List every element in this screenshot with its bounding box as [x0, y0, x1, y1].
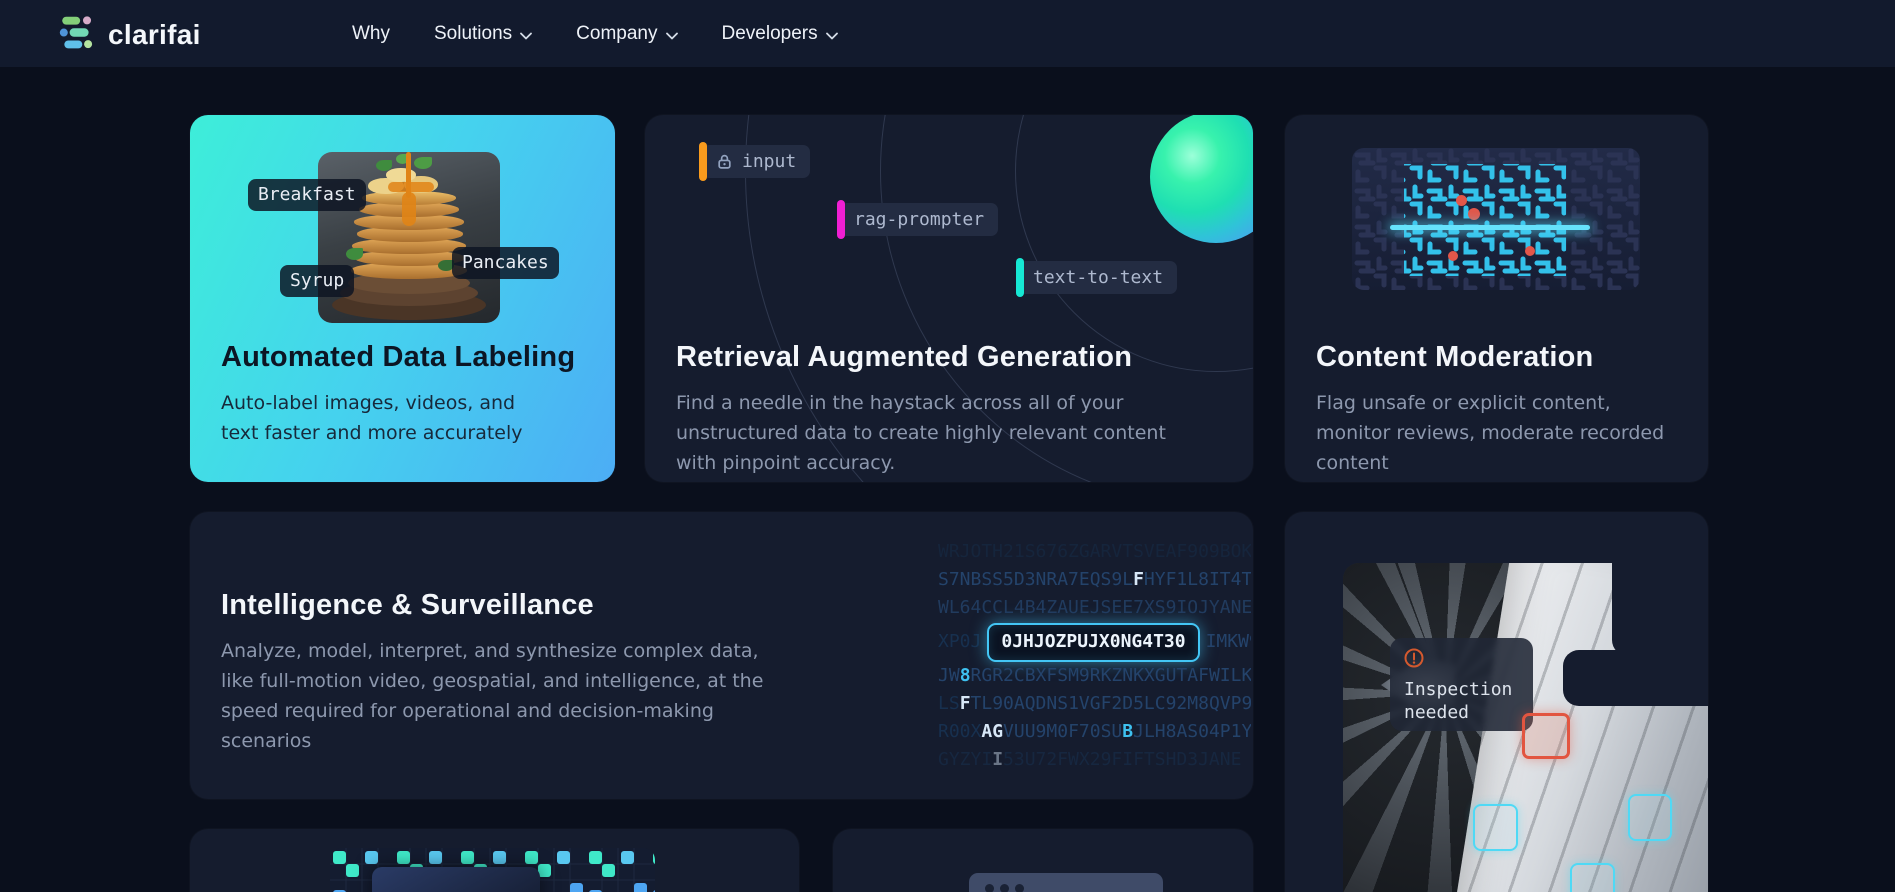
nav-item-solutions[interactable]: Solutions [434, 22, 532, 46]
card-intelligence-surveillance[interactable]: Intelligence & Surveillance Analyze, mod… [190, 512, 1253, 799]
card-title-content-moderation: Content Moderation [1316, 341, 1593, 374]
photo-label-breakfast: Breakfast [248, 179, 366, 211]
pipeline-tag-input: input [702, 145, 810, 178]
alert-dot [1525, 246, 1535, 256]
alert-dot [1456, 195, 1467, 206]
card-automated-data-labeling[interactable]: Breakfast Syrup Pancakes Automated Data … [190, 115, 615, 482]
clarifai-logo-icon [58, 13, 96, 56]
cipher-line: LSFTL90AQDNS1VGF2D5LC92M8QVP9 [938, 690, 1251, 718]
pixel-pattern-panel [330, 848, 655, 892]
cipher-line: WRJOTH21S676ZGARVTSVEAF909BOK [938, 538, 1251, 566]
card-desc-rag: Find a needle in the haystack across all… [676, 388, 1166, 478]
highlighted-code-token: 0JHJOZPUJX0NG4T30 [987, 623, 1199, 662]
pipeline-tag-label: rag-prompter [854, 209, 984, 230]
tag-accent-bar [699, 142, 707, 181]
cipher-text-block: WRJOTH21S676ZGARVTSVEAF909BOK S7NBSS5D3N… [938, 538, 1251, 799]
alert-dot [1448, 251, 1458, 261]
card-bottom-middle[interactable] [833, 829, 1253, 892]
card-retrieval-augmented-generation[interactable]: input rag-prompter text-to-text Retrieva… [645, 115, 1253, 482]
pipeline-tag-label: input [742, 151, 796, 172]
photo-label-syrup: Syrup [280, 265, 354, 297]
nav-item-why[interactable]: Why [352, 23, 390, 45]
card-desc-intelligence: Analyze, model, interpret, and synthesiz… [221, 636, 791, 756]
clarifai-logo-text: clarifai [108, 19, 201, 51]
chevron-down-icon [520, 24, 532, 46]
card-visual-inspection[interactable]: Inspection needed [1285, 512, 1708, 892]
card-title-automated-data-labeling: Automated Data Labeling [221, 341, 575, 374]
tag-accent-bar [1016, 258, 1024, 297]
photo-label-pancakes: Pancakes [452, 247, 559, 279]
tooltip-text-line1: Inspection [1404, 679, 1512, 700]
warning-icon [1404, 648, 1424, 673]
alert-dot [1468, 208, 1480, 220]
defect-bounding-box [1522, 713, 1570, 759]
pattern-center-card [372, 867, 540, 892]
cipher-line: R00XAGVUU9M0F70SUBJLH8AS04P1Y [938, 718, 1251, 746]
tooltip-text-line2: needed [1404, 702, 1469, 723]
card-desc-content-moderation: Flag unsafe or explicit content, monitor… [1316, 388, 1676, 478]
nav-label-why: Why [352, 23, 390, 45]
card-content-moderation[interactable]: Content Moderation Flag unsafe or explic… [1285, 115, 1708, 482]
pancakes-photo [318, 152, 500, 323]
card-desc-automated-data-labeling: Auto-label images, videos, and text fast… [221, 388, 551, 448]
nav-label-solutions: Solutions [434, 23, 512, 45]
nav-label-developers: Developers [722, 23, 818, 45]
card-bottom-left[interactable] [190, 829, 799, 892]
detection-bounding-box [1570, 863, 1615, 892]
top-navigation-bar: clarifai Why Solutions Company Developer… [0, 0, 1895, 67]
pipeline-tag-text-to-text: text-to-text [1019, 261, 1177, 294]
cipher-line: GYZYII53U72FWX29FIFTSHD3JANE [938, 746, 1251, 774]
window-dot [1000, 884, 1009, 892]
decorative-cutout [1563, 650, 1708, 706]
cipher-line: S7NBSS5D3NRA7EQS9LFHYF1L8IT4T [938, 566, 1251, 594]
lock-icon [716, 153, 733, 170]
cipher-line-highlight: XP0J0JHJOZPUJX0NG4T30IMKW97 [938, 622, 1251, 662]
nav-item-developers[interactable]: Developers [722, 22, 838, 46]
chevron-down-icon [666, 24, 678, 46]
scan-line [1390, 225, 1590, 230]
nav-item-company[interactable]: Company [576, 22, 677, 46]
detection-bounding-box [1628, 794, 1672, 841]
inspection-tooltip: Inspection needed [1390, 638, 1533, 731]
pipeline-tag-label: text-to-text [1033, 267, 1163, 288]
cipher-line: JW8RGR2CBXFSM9RKZNKXGUTAFWILK [938, 662, 1251, 690]
card-title-intelligence: Intelligence & Surveillance [221, 589, 594, 622]
main-nav: Why Solutions Company Developers [352, 0, 838, 67]
scan-pattern-panel [1352, 148, 1640, 290]
cipher-line: WL64CCL4B4ZAUEJSEE7XS9IOJYANE [938, 594, 1251, 622]
nav-label-company: Company [576, 23, 657, 45]
card-title-rag: Retrieval Augmented Generation [676, 341, 1132, 374]
chevron-down-icon [826, 24, 838, 46]
window-dot [1015, 884, 1024, 892]
decorative-cutout [1612, 563, 1708, 656]
browser-window-titlebar [969, 873, 1163, 892]
clarifai-logo[interactable]: clarifai [58, 13, 201, 56]
tag-accent-bar [837, 200, 845, 239]
detection-bounding-box [1473, 804, 1518, 851]
clarifai-homepage: clarifai Why Solutions Company Developer… [0, 0, 1895, 892]
pipeline-tag-rag-prompter: rag-prompter [840, 203, 998, 236]
window-dot [985, 884, 994, 892]
